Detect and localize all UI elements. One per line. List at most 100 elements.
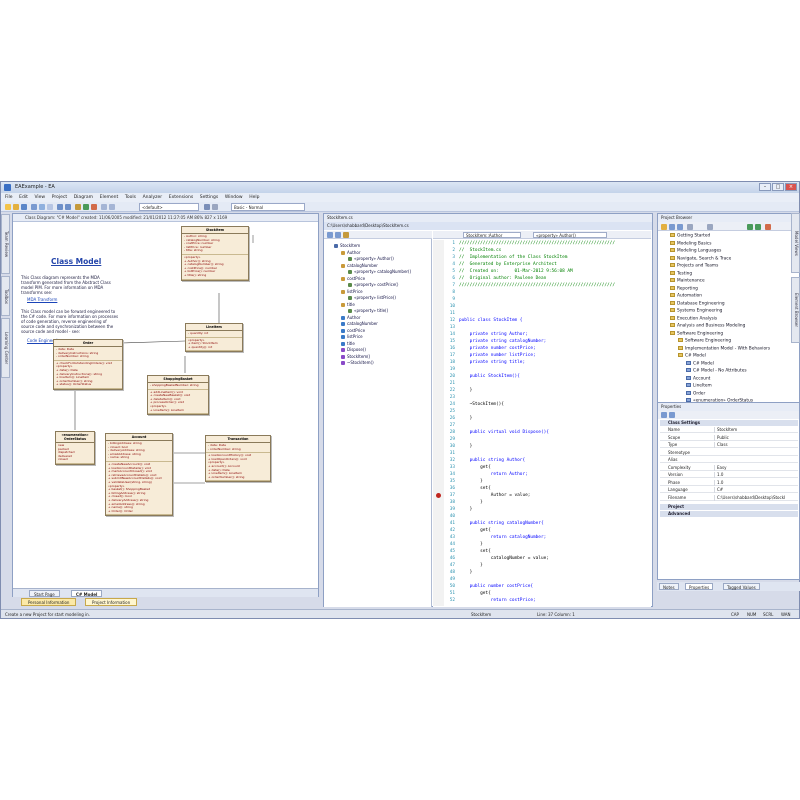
- property-row[interactable]: Phase 1.0: [660, 479, 798, 486]
- menu-file[interactable]: File: [5, 195, 13, 200]
- tree-item[interactable]: Author: [341, 250, 360, 255]
- tree-item[interactable]: «property» title(): [348, 308, 388, 313]
- tab-start-page[interactable]: Start Page: [29, 590, 60, 597]
- undo-icon[interactable]: [57, 204, 63, 210]
- categorize-icon[interactable]: [661, 412, 667, 418]
- save-icon[interactable]: [21, 204, 27, 210]
- tab-csharp-model[interactable]: C# Model: [71, 590, 103, 597]
- tree-item[interactable]: catalogNumber: [341, 321, 378, 326]
- menu-extensions[interactable]: Extensions: [169, 195, 193, 200]
- project-tree-item[interactable]: Navigate, Search & Trace: [670, 255, 731, 261]
- collapse-icon[interactable]: [327, 232, 333, 238]
- project-tree-item[interactable]: Automation: [670, 293, 702, 299]
- project-tree-item[interactable]: C# Model: [678, 353, 706, 359]
- project-tree-item[interactable]: Database Engineering: [670, 300, 725, 306]
- move-up-icon[interactable]: [747, 224, 753, 230]
- run-icon[interactable]: [83, 204, 89, 210]
- tree-item[interactable]: Author: [341, 315, 360, 320]
- tree-item[interactable]: title: [341, 341, 355, 346]
- tree-item[interactable]: StockItem(): [341, 354, 370, 359]
- project-tree-item[interactable]: Account: [686, 375, 710, 381]
- property-value[interactable]: 1.0: [714, 472, 798, 478]
- diagram-canvas[interactable]: Class Model This Class diagram represent…: [13, 223, 318, 588]
- project-tree-item[interactable]: Testing: [670, 270, 692, 276]
- project-tree-item[interactable]: Execution Analysis: [670, 315, 717, 321]
- link-mda-transform[interactable]: MDA Transform: [27, 297, 57, 302]
- perspective-select[interactable]: <default>: [139, 203, 199, 211]
- property-value[interactable]: Class: [714, 442, 798, 448]
- property-row[interactable]: Complexity Easy: [660, 464, 798, 471]
- class-order[interactable]: Order - date: Date - deliveryInstruction…: [53, 339, 123, 390]
- menu-project[interactable]: Project: [52, 195, 67, 200]
- project-tree-item[interactable]: C# Model: [686, 360, 714, 366]
- maximize-button[interactable]: □: [772, 183, 784, 191]
- settings-icon[interactable]: [212, 204, 218, 210]
- code-editor[interactable]: StockItem::Author «property» Author() 1/…: [433, 231, 651, 607]
- section-project[interactable]: Project: [660, 504, 798, 510]
- menu-view[interactable]: View: [34, 195, 45, 200]
- workspace-select[interactable]: Basic - Normal: [231, 203, 305, 211]
- menu-element[interactable]: Element: [100, 195, 119, 200]
- project-tree-item[interactable]: Systems Engineering: [670, 308, 722, 314]
- class-lineitem[interactable]: LineItem - quantity: int «property» + it…: [185, 323, 243, 353]
- editor-gutter[interactable]: [433, 240, 444, 606]
- tree-item[interactable]: catalogNumber: [341, 263, 378, 268]
- property-row[interactable]: Language C#: [660, 487, 798, 493]
- menu-window[interactable]: Window: [225, 195, 243, 200]
- property-value[interactable]: C#: [714, 487, 798, 493]
- property-row[interactable]: Name StockItem: [660, 427, 798, 433]
- menu-analyzer[interactable]: Analyzer: [143, 195, 163, 200]
- project-tree-item[interactable]: Maintenance: [670, 278, 705, 284]
- class-transaction[interactable]: Transaction - date: Date - orderNumber: …: [205, 435, 271, 483]
- section-advanced[interactable]: Advanced: [660, 511, 798, 517]
- open-icon[interactable]: [13, 204, 19, 210]
- stop-icon[interactable]: [91, 204, 97, 210]
- property-value[interactable]: StockItem: [714, 427, 798, 433]
- options-icon[interactable]: [707, 224, 713, 230]
- layout-icon[interactable]: [101, 204, 107, 210]
- class-account[interactable]: Account - billingAddress: string - close…: [105, 433, 173, 517]
- tree-item[interactable]: costPrice: [341, 328, 365, 333]
- project-tree-item[interactable]: Order: [686, 390, 705, 396]
- property-value[interactable]: Easy: [714, 464, 798, 471]
- menu-edit[interactable]: Edit: [19, 195, 28, 200]
- project-tree-item[interactable]: Implementation Model - With Behaviors: [678, 345, 770, 351]
- menu-tools[interactable]: Tools: [125, 195, 136, 200]
- sidetab-toolbox[interactable]: Toolbox: [1, 276, 10, 316]
- paste-icon[interactable]: [47, 204, 53, 210]
- property-row[interactable]: Scope Public: [660, 434, 798, 441]
- member-select[interactable]: «property» Author(): [533, 232, 607, 238]
- redo-icon[interactable]: [65, 204, 71, 210]
- tree-item[interactable]: title: [341, 302, 355, 307]
- close-button[interactable]: ×: [785, 183, 797, 191]
- tree-item[interactable]: «property» listPrice(): [348, 295, 396, 300]
- sidetab-element-browser[interactable]: Element Browser: [791, 277, 800, 343]
- tab-properties[interactable]: Properties: [685, 583, 714, 590]
- property-row[interactable]: Version 1.0: [660, 472, 798, 478]
- file-path-tab[interactable]: C:\Users\shabbard\Desktop\StockItem.cs: [324, 222, 652, 230]
- copy-icon[interactable]: [39, 204, 45, 210]
- property-row[interactable]: Stereotype: [660, 450, 798, 456]
- section-class-settings[interactable]: Class Settings: [660, 420, 798, 426]
- project-tree-item[interactable]: Software Engineering: [678, 338, 731, 344]
- project-tree-item[interactable]: Software Engineering: [670, 330, 723, 336]
- property-value[interactable]: C:\Users\shabbard\Desktop\StockI: [714, 494, 798, 501]
- minimize-button[interactable]: –: [759, 183, 771, 191]
- new-package-icon[interactable]: [661, 224, 667, 230]
- tab-project-information[interactable]: Project Information: [85, 598, 138, 606]
- class-orderstatus[interactable]: «enumeration» OrderStatus new packed dis…: [55, 431, 95, 465]
- property-value[interactable]: 1.0: [714, 479, 798, 486]
- tab-personal-information[interactable]: Personal Information: [21, 598, 77, 606]
- property-row[interactable]: Alias: [660, 457, 798, 463]
- tree-item[interactable]: «property» catalogNumber(): [348, 269, 411, 274]
- sidetab-team-review[interactable]: Team Review: [1, 214, 10, 274]
- tree-item[interactable]: listPrice: [341, 334, 363, 339]
- tree-item[interactable]: Dispose(): [341, 347, 366, 352]
- tree-item[interactable]: «property» Author(): [348, 256, 394, 261]
- delete-icon[interactable]: [765, 224, 771, 230]
- tree-item[interactable]: ~StockItem(): [341, 360, 374, 365]
- sort-az-icon[interactable]: [669, 412, 675, 418]
- find-icon[interactable]: [75, 204, 81, 210]
- project-tree-item[interactable]: Getting Started: [670, 233, 710, 239]
- property-value[interactable]: Public: [714, 434, 798, 441]
